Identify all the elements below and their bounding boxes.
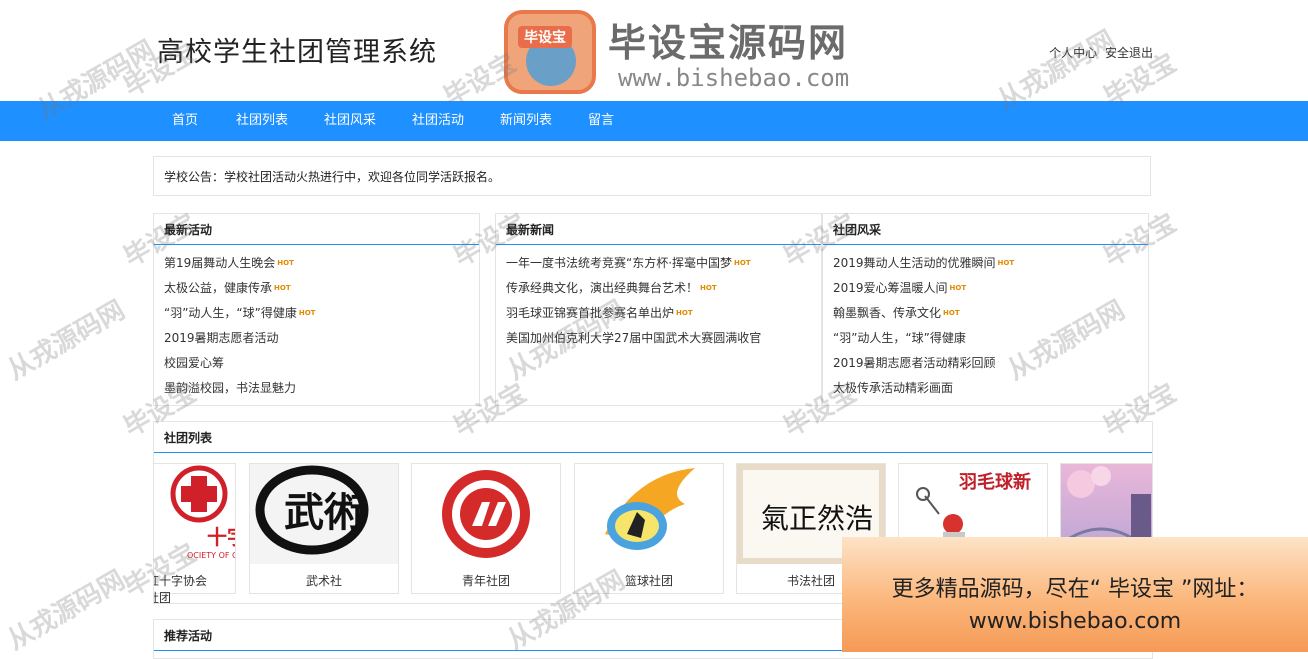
club-name: 青年社团 <box>461 574 510 588</box>
logo-name: 毕设宝源码网 <box>608 21 849 65</box>
club-image: 武術 <box>250 464 398 564</box>
news-item[interactable]: 美国加州伯克利大学27届中国武术大赛圆满收官 <box>506 326 821 351</box>
promo-text: 更多精品源码，尽在“ 毕设宝 ”网址： <box>891 577 1259 602</box>
club-image <box>575 464 723 564</box>
hot-badge: HOT <box>298 309 316 317</box>
style-item[interactable]: 太极传承活动精彩画面 <box>833 376 1148 401</box>
panel-title: 最新活动 <box>154 214 479 245</box>
activity-item[interactable]: “羽”动人生，“球”得健康 HOT <box>164 301 479 326</box>
style-item[interactable]: 2019爱心筹温暖人间 HOT <box>833 276 1148 301</box>
hot-badge: HOT <box>949 284 967 292</box>
club-card-basketball[interactable]: 篮球社团 <box>574 463 724 594</box>
header: 高校学生社团管理系统 毕设宝 毕设宝源码网 www.bishebao.com 个… <box>0 0 1308 100</box>
club-name: 武术社 <box>305 574 342 588</box>
svg-text:十字会: 十字会 <box>207 525 235 549</box>
latest-activities-panel: 最新活动 第19届舞动人生晚会 HOT 太极公益，健康传承 HOT “羽”动人生，“… <box>153 213 480 406</box>
club-card-youth[interactable]: 青年社团 <box>411 463 561 594</box>
main-nav: 首页 社团列表 社团风采 社团活动 新闻列表 留言 <box>0 101 1308 141</box>
style-item[interactable]: 2019舞动人生活动的优雅瞬间 HOT <box>833 251 1148 276</box>
club-name: 篮球社团 <box>624 574 673 588</box>
news-item[interactable]: 一年一度书法统考竞赛“东方杯·挥毫中国梦 HOT <box>506 251 821 276</box>
panel-title: 社团风采 <box>823 214 1148 245</box>
club-card-red-cross[interactable]: 十字会 OCIETY OF CHINA 红十字协会社团 <box>154 463 236 603</box>
hot-badge: HOT <box>274 284 291 292</box>
activity-item[interactable]: 第19届舞动人生晚会 HOT <box>164 251 479 276</box>
hot-badge: HOT <box>943 309 960 317</box>
svg-text:氣正然浩: 氣正然浩 <box>761 502 873 535</box>
watermark-text: 从戎源码网 <box>2 565 131 657</box>
logo-badge-text: 毕设宝 <box>518 26 572 48</box>
logo-badge-icon: 毕设宝 <box>504 10 596 94</box>
hot-badge: HOT <box>700 284 717 292</box>
watermark-text: 从戎源码网 <box>2 295 131 387</box>
nav-item-club-style[interactable]: 社团风采 <box>324 101 376 141</box>
nav-item-home[interactable]: 首页 <box>172 101 198 141</box>
user-center-link[interactable]: 个人中心 <box>1049 46 1097 60</box>
hot-badge: HOT <box>277 259 294 267</box>
user-links: 个人中心 安全退出 <box>1045 44 1153 61</box>
svg-text:OCIETY OF CHINA: OCIETY OF CHINA <box>187 551 235 560</box>
style-item[interactable]: 2019暑期志愿者活动精彩回顾 <box>833 351 1148 376</box>
activity-item[interactable]: 校园爱心筹 <box>164 351 479 376</box>
nav-item-club-list[interactable]: 社团列表 <box>236 101 288 141</box>
promo-banner: 更多精品源码，尽在“ 毕设宝 ”网址： www.bishebao.com <box>842 537 1308 652</box>
club-image: 十字会 OCIETY OF CHINA <box>154 464 235 564</box>
activity-item[interactable]: 墨韵溢校园，书法显魅力 <box>164 376 479 401</box>
club-style-panel: 社团风采 2019舞动人生活动的优雅瞬间 HOT 2019爱心筹温暖人间 HOT 翰… <box>822 213 1149 406</box>
club-name: 红十字协会社团 <box>154 574 208 604</box>
hot-badge: HOT <box>997 259 1015 267</box>
club-image <box>412 464 560 564</box>
logo-watermark: 毕设宝 毕设宝源码网 www.bishebao.com <box>500 8 885 102</box>
promo-url: www.bishebao.com <box>968 609 1182 634</box>
club-card-martial-arts[interactable]: 武術 武术社 <box>249 463 399 594</box>
style-item[interactable]: “羽”动人生，“球”得健康 <box>833 326 1148 351</box>
news-item[interactable]: 传承经典文化，演出经典舞台艺术！ HOT <box>506 276 821 301</box>
style-item[interactable]: 翰墨飘香、传承文化 HOT <box>833 301 1148 326</box>
nav-item-messages[interactable]: 留言 <box>588 101 614 141</box>
hot-badge: HOT <box>734 259 751 267</box>
nav-item-club-activities[interactable]: 社团活动 <box>412 101 464 141</box>
logo-url: www.bishebao.com <box>618 64 850 92</box>
nav-item-news-list[interactable]: 新闻列表 <box>500 101 552 141</box>
hot-badge: HOT <box>676 309 693 317</box>
section-title: 社团列表 <box>154 422 1152 453</box>
school-notice: 学校公告：学校社团活动火热进行中，欢迎各位同学活跃报名。 <box>153 156 1151 196</box>
panel-title: 最新新闻 <box>496 214 821 245</box>
site-title: 高校学生社团管理系统 <box>157 37 437 68</box>
activity-item[interactable]: 太极公益，健康传承 HOT <box>164 276 479 301</box>
svg-text:武術: 武術 <box>284 489 364 536</box>
latest-news-panel: 最新新闻 一年一度书法统考竞赛“东方杯·挥毫中国梦 HOT 传承经典文化，演出经典… <box>495 213 822 406</box>
svg-text:羽毛球新: 羽毛球新 <box>959 471 1031 493</box>
logout-link[interactable]: 安全退出 <box>1105 46 1153 60</box>
news-item[interactable]: 羽毛球亚锦赛首批参赛名单出炉 HOT <box>506 301 821 326</box>
activity-item[interactable]: 2019暑期志愿者活动 <box>164 326 479 351</box>
